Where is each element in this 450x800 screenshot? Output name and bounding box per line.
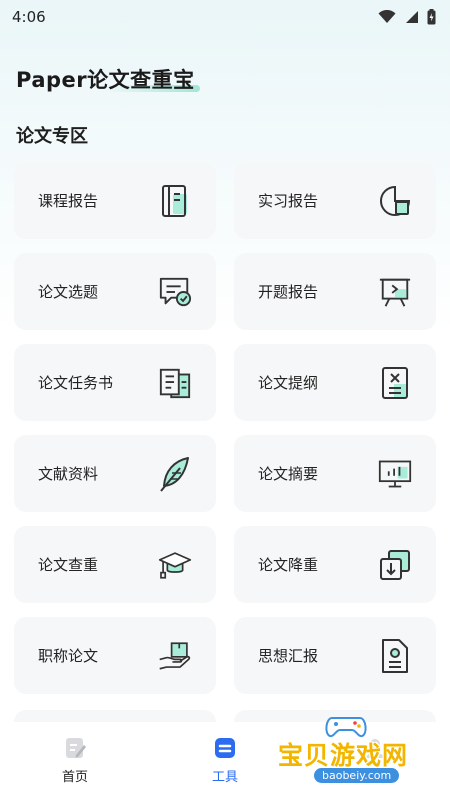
reduce-duplicate-icon bbox=[378, 548, 412, 582]
card-label: 论文提纲 bbox=[258, 374, 319, 392]
card-literature[interactable]: 文献资料 bbox=[14, 435, 216, 512]
hand-box-icon bbox=[158, 639, 192, 673]
course-report-icon bbox=[158, 184, 192, 218]
card-topic-selection[interactable]: 论文选题 bbox=[14, 253, 216, 330]
card-label: 论文选题 bbox=[38, 283, 99, 301]
status-bar: 4:06 bbox=[0, 0, 450, 34]
watermark: 宝贝游戏网 baobeiy.com bbox=[272, 716, 422, 796]
report-document-icon bbox=[378, 638, 412, 673]
outline-icon bbox=[378, 366, 412, 400]
card-label: 职称论文 bbox=[38, 647, 99, 665]
tools-icon bbox=[215, 738, 235, 758]
card-label: 论文摘要 bbox=[258, 465, 319, 483]
battery-icon bbox=[427, 9, 436, 25]
card-label: 实习报告 bbox=[258, 192, 319, 210]
card-outline[interactable]: 论文提纲 bbox=[234, 344, 436, 421]
tab-label: 工具 bbox=[211, 770, 238, 785]
card-opening-report[interactable]: 开题报告 bbox=[234, 253, 436, 330]
card-internship-report[interactable]: 实习报告 bbox=[234, 162, 436, 239]
card-label: 论文降重 bbox=[258, 556, 319, 574]
status-time: 4:06 bbox=[12, 8, 46, 26]
card-plagiarism-check[interactable]: 论文查重 bbox=[14, 526, 216, 603]
internship-report-icon bbox=[378, 184, 412, 218]
card-course-report[interactable]: 课程报告 bbox=[14, 162, 216, 239]
graduation-cap-icon bbox=[158, 548, 192, 582]
card-label: 课程报告 bbox=[38, 192, 99, 210]
feature-grid: 课程报告 实习报告 论文选题 开题报告 论文任务书 论文提纲 文献资料 论文摘要… bbox=[14, 162, 436, 694]
task-book-icon bbox=[158, 366, 192, 400]
card-label: 文献资料 bbox=[38, 465, 99, 483]
card-reduce-duplicate[interactable]: 论文降重 bbox=[234, 526, 436, 603]
home-edit-icon bbox=[66, 738, 86, 758]
card-task-book[interactable]: 论文任务书 bbox=[14, 344, 216, 421]
section-title: 论文专区 bbox=[16, 126, 88, 147]
card-abstract[interactable]: 论文摘要 bbox=[234, 435, 436, 512]
wifi-icon bbox=[378, 10, 396, 23]
signal-icon bbox=[406, 11, 418, 23]
card-thought-report[interactable]: 思想汇报 bbox=[234, 617, 436, 694]
tab-home[interactable]: 首页 bbox=[25, 736, 125, 785]
card-professional-paper[interactable]: 职称论文 bbox=[14, 617, 216, 694]
card-label: 开题报告 bbox=[258, 283, 319, 301]
watermark-url: baobeiy.com bbox=[314, 768, 400, 783]
tab-tools[interactable]: 工具 bbox=[175, 736, 275, 785]
presentation-icon bbox=[378, 275, 412, 309]
app-title: Paper论文查重宝 bbox=[16, 68, 195, 92]
watermark-text: 宝贝游戏网 bbox=[278, 741, 409, 770]
card-label: 论文任务书 bbox=[38, 374, 114, 392]
tab-label: 首页 bbox=[61, 770, 88, 785]
status-icons bbox=[378, 9, 436, 25]
card-label: 思想汇报 bbox=[258, 647, 319, 665]
feather-icon bbox=[158, 456, 192, 492]
card-label: 论文查重 bbox=[38, 556, 99, 574]
topic-selection-icon bbox=[158, 275, 192, 309]
monitor-chart-icon bbox=[378, 457, 412, 491]
